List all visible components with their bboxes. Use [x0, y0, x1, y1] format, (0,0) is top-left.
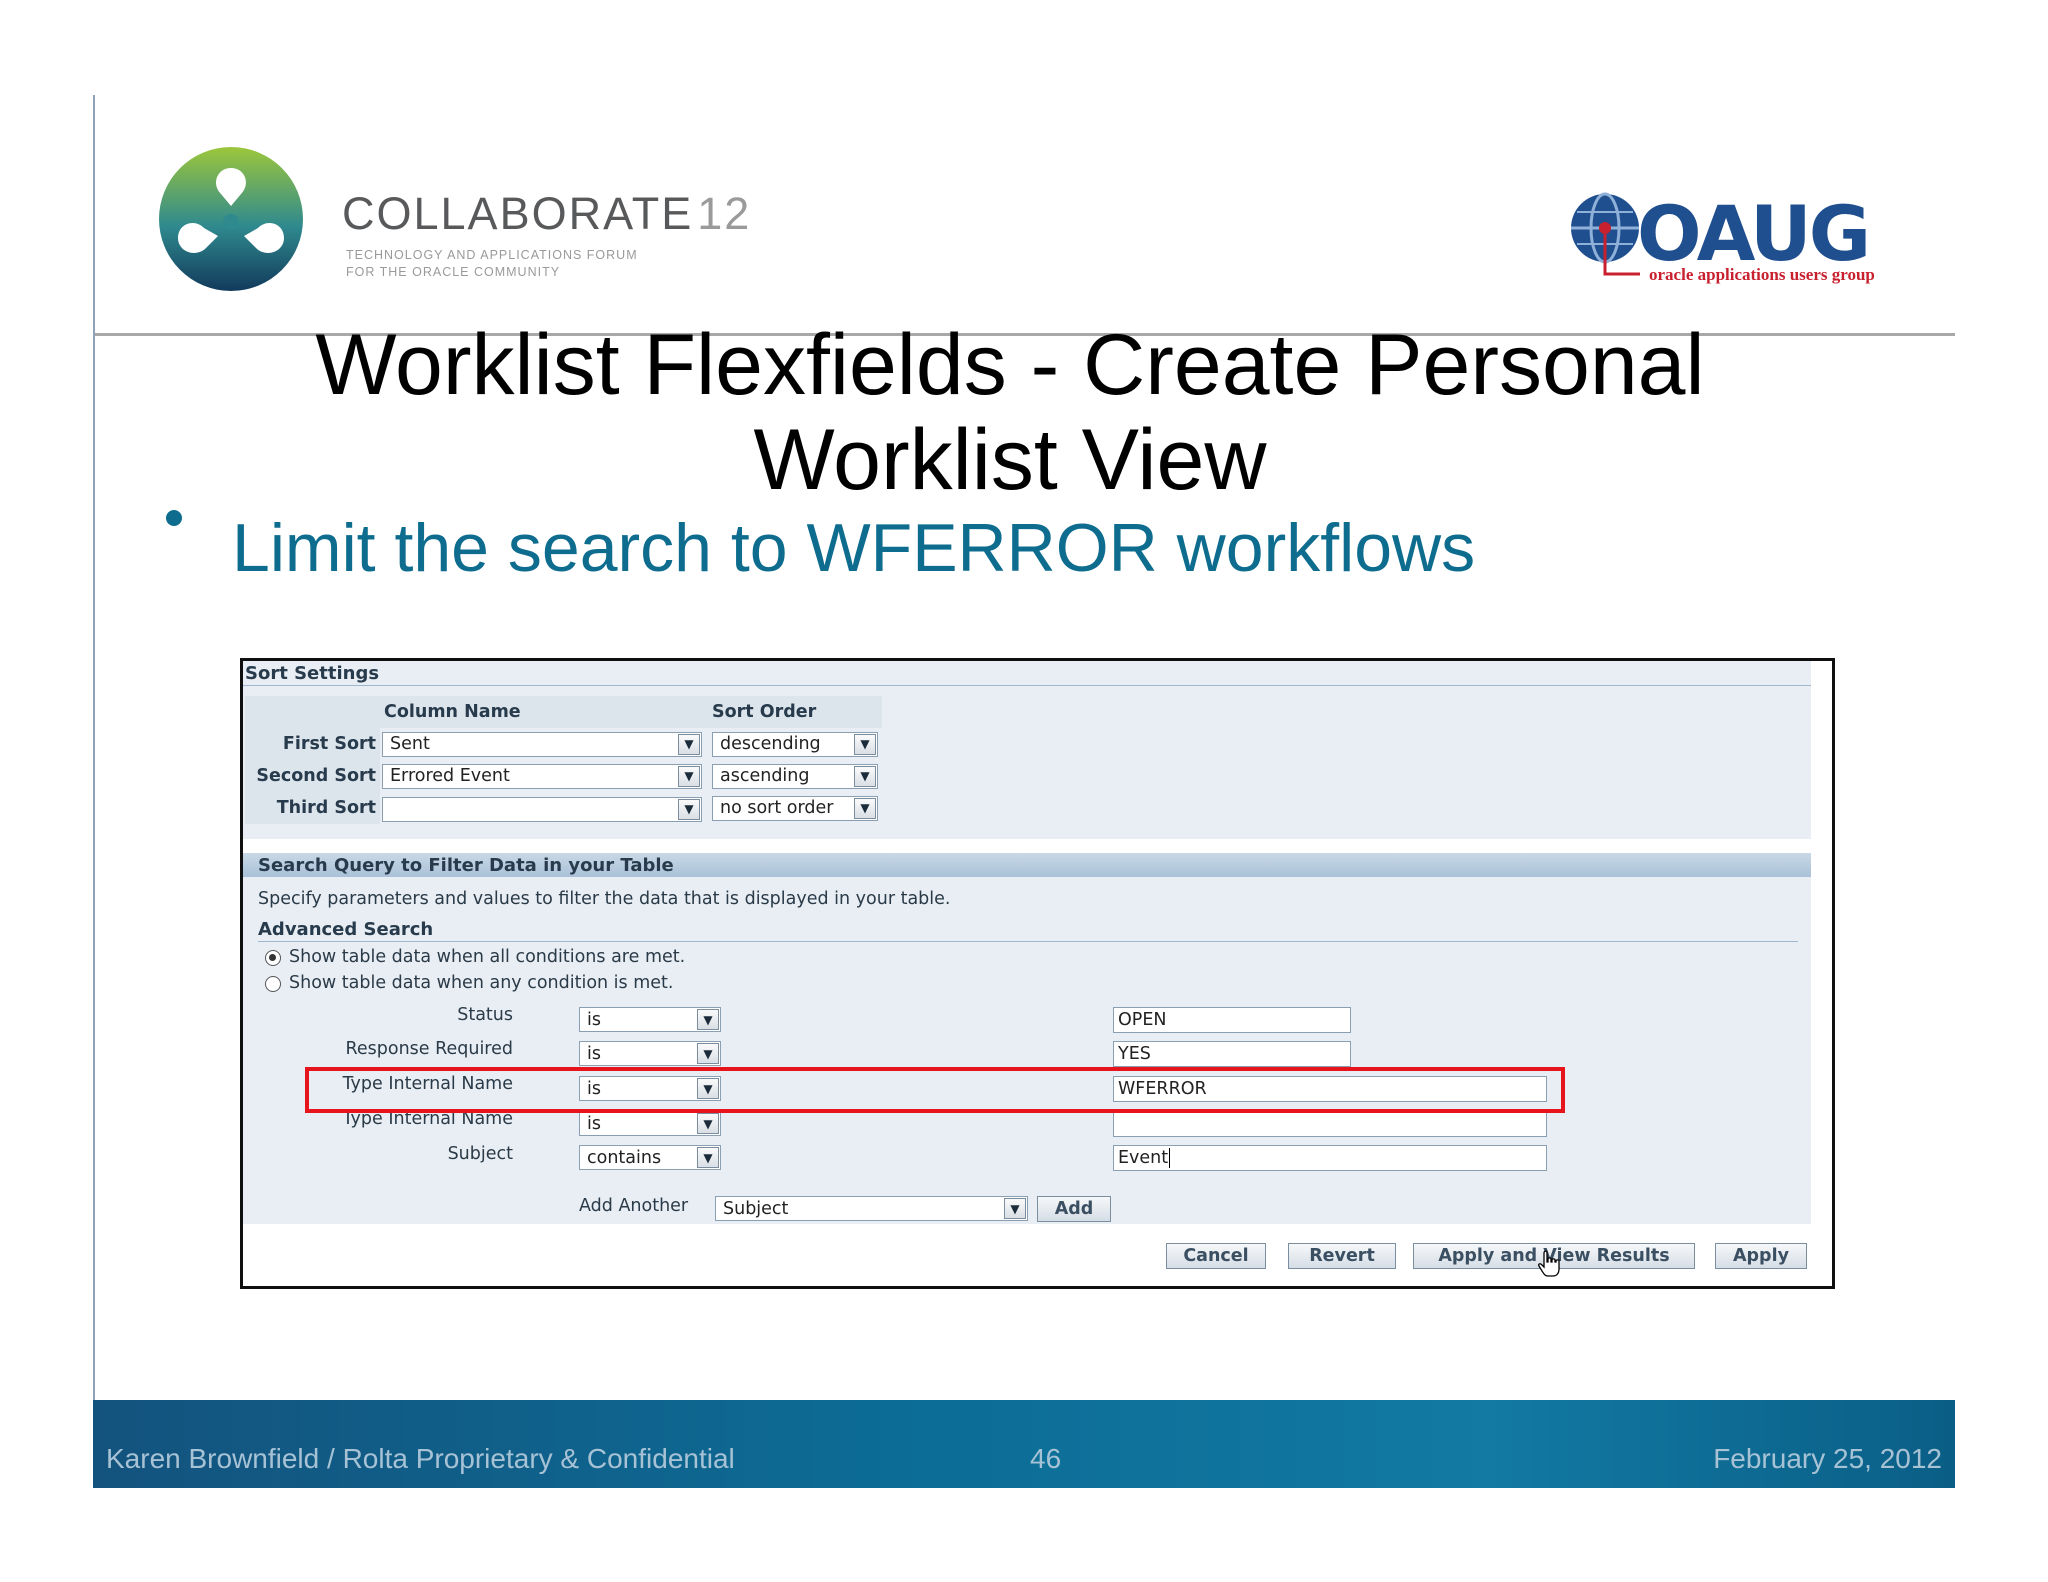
radio-all-conditions[interactable]	[265, 950, 281, 966]
collaborate-wordmark: COLLABORATE12	[342, 188, 751, 240]
criteria-value-input[interactable]: Event	[1113, 1145, 1547, 1171]
bullet-dot	[166, 510, 182, 526]
apply-button[interactable]: Apply	[1715, 1243, 1807, 1269]
add-another-label: Add Another	[579, 1196, 689, 1216]
add-another-select[interactable]: Subject ▼	[715, 1196, 1028, 1221]
sort-row-label: Second Sort	[245, 760, 380, 792]
advanced-search-rule	[258, 941, 1798, 942]
sort-column-select[interactable]: Errored Event ▼	[382, 763, 702, 789]
chevron-down-icon[interactable]: ▼	[697, 1113, 719, 1134]
left-rule	[93, 95, 95, 1488]
criteria-value-input[interactable]: OPEN	[1113, 1007, 1351, 1033]
radio-any-label: Show table data when any condition is me…	[289, 973, 674, 993]
sort-order-select[interactable]: descending ▼	[712, 731, 878, 757]
search-query-panel: Search Query to Filter Data in your Tabl…	[243, 853, 1811, 1224]
sort-order-select[interactable]: ascending ▼	[712, 763, 878, 789]
footer-date: February 25, 2012	[1713, 1443, 1942, 1474]
oaug-tagline: oracle applications users group	[1649, 265, 1875, 284]
chevron-down-icon[interactable]: ▼	[678, 733, 700, 755]
chevron-down-icon[interactable]: ▼	[1004, 1198, 1026, 1219]
radio-all-label: Show table data when all conditions are …	[289, 947, 686, 967]
slide-title-line-1: Worklist Flexfields - Create Personal	[315, 317, 1705, 413]
criteria-operator-select[interactable]: is ▼	[579, 1111, 721, 1136]
sort-column-select[interactable]: Sent ▼	[382, 731, 702, 757]
hand-cursor-icon	[1538, 1250, 1560, 1277]
collaborate-number: 12	[697, 188, 752, 239]
criteria-label: Status	[457, 1005, 513, 1025]
sort-row-label: First Sort	[245, 728, 380, 760]
radio-any-condition[interactable]	[265, 976, 281, 992]
sort-column-select[interactable]: ▼	[382, 796, 702, 822]
footer-page-number: 46	[1030, 1443, 1062, 1474]
slide-title-line-2: Worklist View	[753, 412, 1267, 508]
sort-row-label: Third Sort	[245, 792, 380, 824]
add-button[interactable]: Add	[1037, 1196, 1111, 1222]
revert-button[interactable]: Revert	[1288, 1243, 1396, 1269]
oaug-logo: OAUG oracle applications users group	[1571, 190, 1875, 284]
search-query-title: Search Query to Filter Data in your Tabl…	[258, 855, 674, 876]
chevron-down-icon[interactable]: ▼	[697, 1043, 719, 1064]
collaborate-word: COLLABORATE	[342, 188, 694, 239]
sort-order-select[interactable]: no sort order ▼	[712, 795, 878, 821]
oaug-globe-icon	[1571, 192, 1640, 276]
sort-settings-title: Sort Settings	[245, 663, 380, 684]
sort-settings-table: Column Name Sort Order First Sort Sent ▼ …	[245, 696, 882, 824]
chevron-down-icon[interactable]: ▼	[697, 1147, 719, 1168]
collaborate-logo	[159, 147, 303, 291]
slide-title: Worklist Flexfields - Create Personal Wo…	[200, 318, 1820, 508]
cancel-button[interactable]: Cancel	[1166, 1243, 1266, 1269]
sort-settings-rule	[243, 685, 1811, 686]
chevron-down-icon[interactable]: ▼	[697, 1009, 719, 1030]
highlight-box	[305, 1067, 1565, 1113]
criteria-operator-select[interactable]: contains ▼	[579, 1145, 721, 1170]
chevron-down-icon[interactable]: ▼	[854, 733, 876, 755]
chevron-down-icon[interactable]: ▼	[678, 798, 700, 820]
sort-settings-panel: Sort Settings Column Name Sort Order Fir…	[243, 661, 1811, 839]
criteria-value-input[interactable]: YES	[1113, 1041, 1351, 1067]
criteria-operator-select[interactable]: is ▼	[579, 1041, 721, 1066]
sort-order-header: Sort Order	[708, 696, 882, 728]
search-description: Specify parameters and values to filter …	[258, 889, 951, 909]
text-cursor	[1169, 1148, 1171, 1168]
criteria-label: Response Required	[345, 1039, 514, 1059]
criteria-value-input[interactable]	[1113, 1111, 1547, 1137]
column-name-header: Column Name	[380, 696, 708, 728]
chevron-down-icon[interactable]: ▼	[854, 765, 876, 787]
criteria-label: Subject	[447, 1144, 513, 1164]
sort-row: Second Sort Errored Event ▼ ascending ▼	[245, 760, 882, 792]
chevron-down-icon[interactable]: ▼	[854, 797, 876, 819]
criteria-operator-select[interactable]: is ▼	[579, 1007, 721, 1032]
footer-author: Karen Brownfield / Rolta Proprietary & C…	[106, 1443, 735, 1474]
sort-row: First Sort Sent ▼ descending ▼	[245, 728, 882, 760]
sort-row: Third Sort ▼ no sort order ▼	[245, 792, 882, 824]
collaborate-tagline: TECHNOLOGY AND APPLICATIONS FORUM FOR TH…	[346, 248, 638, 279]
advanced-search-title: Advanced Search	[258, 919, 434, 940]
chevron-down-icon[interactable]: ▼	[678, 765, 700, 787]
bullet-text: Limit the search to WFERROR workflows	[232, 510, 1476, 586]
embedded-screenshot: Sort Settings Column Name Sort Order Fir…	[240, 658, 1835, 1289]
